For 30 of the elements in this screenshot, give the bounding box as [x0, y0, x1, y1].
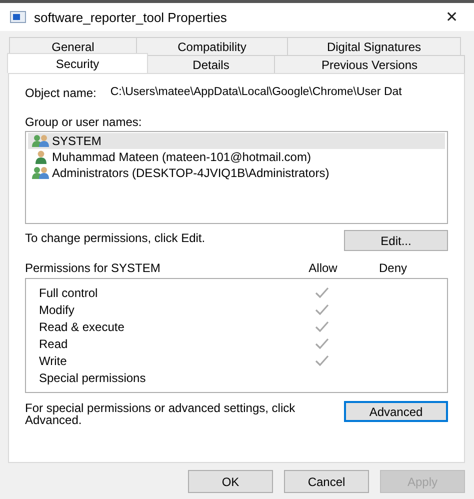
field-label: Object name:: [25, 86, 96, 100]
column-header: Deny: [378, 261, 408, 275]
users-icon: [32, 134, 50, 148]
hint-text: To change permissions, click Edit.: [25, 230, 206, 245]
users-icon: [32, 166, 50, 180]
user-list-item[interactable]: SYSTEM: [28, 133, 445, 149]
column-header: Allow: [308, 261, 338, 275]
advanced-button[interactable]: Advanced: [344, 401, 448, 422]
hint-text: For special permissions or advanced settings, click Advanced.: [25, 401, 296, 426]
object-path: C:\Users\matee\AppData\Local\Google\Chrome\User Dat: [110, 86, 402, 100]
tab[interactable]: Compatibility: [136, 37, 288, 55]
section-label: Permissions for SYSTEM: [25, 261, 162, 275]
permission-name: Write: [38, 354, 68, 368]
section-label: Group or user names:: [25, 115, 143, 129]
permission-name: Read: [38, 336, 69, 350]
dialog-button[interactable]: OK: [188, 470, 273, 493]
user-list-item[interactable]: Administrators (DESKTOP-4JVIQ1B\Administrators): [28, 165, 445, 181]
permission-name: Special permissions: [38, 370, 147, 384]
tab[interactable]: Previous Versions: [274, 55, 465, 73]
dialog-button[interactable]: Cancel: [284, 470, 369, 493]
edit-button[interactable]: Edit...: [344, 230, 448, 251]
window-icon: [10, 11, 26, 23]
close-button[interactable]: ✕: [430, 3, 474, 31]
permission-name: Modify: [38, 302, 76, 316]
window-title: software_reporter_tool Properties: [34, 10, 228, 24]
tab[interactable]: Security: [7, 53, 148, 73]
tab[interactable]: Digital Signatures: [287, 37, 461, 55]
user-list-item[interactable]: Muhammad Mateen (mateen-101@hotmail.com): [28, 149, 445, 165]
permission-name: Read & execute: [38, 320, 126, 334]
permission-name: Full control: [38, 286, 99, 300]
